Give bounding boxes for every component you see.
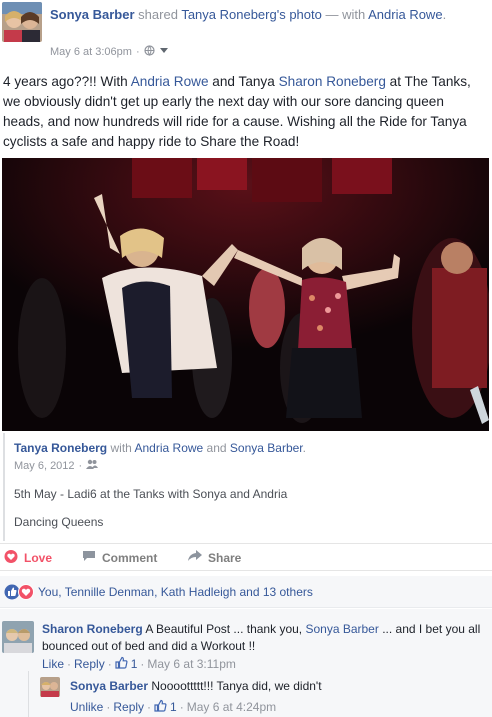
shared-owner-link[interactable]: Tanya Roneberg — [14, 441, 107, 455]
shared-date-line: May 6, 2012 · — [14, 459, 99, 472]
shared-tag-link[interactable]: Sonya Barber — [230, 441, 303, 455]
comment-like-link[interactable]: Like — [42, 657, 64, 671]
with-text: — with — [325, 7, 366, 22]
share-action-text: shared — [138, 7, 178, 22]
period-text: . — [442, 7, 447, 22]
love-button[interactable]: Love — [4, 550, 52, 566]
post-timestamp[interactable]: May 6 at 3:06pm — [50, 46, 132, 58]
love-reaction-icon — [18, 584, 34, 603]
chevron-down-icon[interactable] — [159, 46, 169, 58]
post-text-part: 4 years ago??!! With — [3, 74, 131, 89]
comment-icon — [82, 550, 96, 565]
author-avatar[interactable] — [2, 2, 42, 42]
comment-like-count[interactable]: 1 — [131, 657, 138, 671]
share-label: Share — [208, 550, 242, 565]
photo-owner-link[interactable]: Tanya Roneberg — [181, 7, 276, 22]
reactions-summary: You, Tennille Denman, Kath Hadleigh and … — [0, 576, 492, 608]
shared-owner-line: Tanya Roneberg with Andria Rowe and Sony… — [14, 441, 306, 455]
meta-separator: · — [78, 459, 83, 472]
meta-separator: · — [140, 657, 145, 671]
with-text: with — [110, 441, 132, 455]
meta-separator: · — [107, 657, 112, 671]
reply-thread: Sonya Barber Noooottttt!!! Tanya did, we… — [28, 671, 492, 717]
comment-reply-link[interactable]: Reply — [74, 657, 105, 671]
share-button[interactable]: Share — [188, 550, 241, 565]
reply-text: Noooottttt!!! Tanya did, we didn't — [151, 679, 322, 693]
photo-caption: 5th May - Ladi6 at the Tanks with Sonya … — [14, 487, 288, 501]
meta-separator: · — [135, 46, 140, 58]
reply-author-link[interactable]: Sonya Barber — [70, 679, 148, 693]
share-icon — [188, 550, 202, 565]
post-body-text: 4 years ago??!! With Andria Rowe and Tan… — [3, 72, 488, 152]
reactions-text[interactable]: You, Tennille Denman, Kath Hadleigh and … — [38, 585, 313, 599]
shared-tag-link[interactable]: Andria Rowe — [135, 441, 204, 455]
globe-icon[interactable] — [144, 45, 155, 59]
love-label: Love — [24, 551, 53, 565]
photo-link[interactable]: 's photo — [277, 7, 322, 22]
comment-mention-link[interactable]: Sonya Barber — [305, 622, 378, 636]
comment-meta: Like · Reply · 1 · May 6 at 3:11pm — [42, 656, 236, 672]
shared-photo-details: Tanya Roneberg with Andria Rowe and Sony… — [0, 433, 492, 541]
comment-label: Comment — [102, 550, 158, 565]
heart-icon — [4, 550, 18, 566]
thumbs-up-icon[interactable] — [115, 656, 128, 672]
meta-separator: · — [147, 700, 152, 714]
comment-author-link[interactable]: Sharon Roneberg — [42, 622, 143, 636]
meta-separator: · — [106, 700, 111, 714]
comment-text: A Beautiful Post ... thank you, — [145, 622, 306, 636]
mention-link[interactable]: Sharon Roneberg — [279, 74, 386, 89]
tagged-user-link[interactable]: Andria Rowe — [368, 7, 442, 22]
mention-link[interactable]: Andria Rowe — [131, 74, 209, 89]
quote-bar — [3, 433, 5, 541]
reply-timestamp[interactable]: May 6 at 4:24pm — [187, 700, 276, 714]
post-action-bar: Love Comment Share — [0, 543, 492, 571]
meta-separator: · — [67, 657, 72, 671]
reply-unlike-link[interactable]: Unlike — [70, 700, 103, 714]
thumbs-up-icon[interactable] — [154, 699, 167, 715]
period-text: . — [302, 441, 306, 455]
reaction-icons[interactable] — [4, 584, 34, 603]
author-name[interactable]: Sonya Barber — [50, 7, 135, 22]
post-header-text: Sonya Barber shared Tanya Roneberg's pho… — [50, 6, 480, 24]
meta-separator: · — [179, 700, 184, 714]
comment-body: Sharon Roneberg A Beautiful Post ... tha… — [42, 621, 487, 655]
comment-button[interactable]: Comment — [82, 550, 157, 565]
friends-icon[interactable] — [86, 459, 99, 472]
reply-body: Sonya Barber Noooottttt!!! Tanya did, we… — [70, 678, 490, 695]
reply-like-count[interactable]: 1 — [170, 700, 177, 714]
commenter-avatar[interactable] — [2, 621, 34, 653]
comment-timestamp[interactable]: May 6 at 3:11pm — [147, 657, 236, 671]
comments-section: Sharon Roneberg A Beautiful Post ... tha… — [0, 609, 492, 717]
photo-caption-secondary: Dancing Queens — [14, 515, 104, 529]
post-meta: May 6 at 3:06pm · — [50, 45, 169, 59]
reply-meta: Unlike · Reply · 1 · May 6 at 4:24pm — [70, 699, 276, 715]
shared-date[interactable]: May 6, 2012 — [14, 460, 75, 472]
reply-reply-link[interactable]: Reply — [113, 700, 144, 714]
post-photo[interactable] — [2, 158, 489, 431]
post-text-part: and Tanya — [208, 74, 279, 89]
commenter-avatar[interactable] — [40, 677, 60, 697]
and-text: and — [206, 441, 227, 455]
post-header: Sonya Barber shared Tanya Roneberg's pho… — [0, 0, 492, 66]
